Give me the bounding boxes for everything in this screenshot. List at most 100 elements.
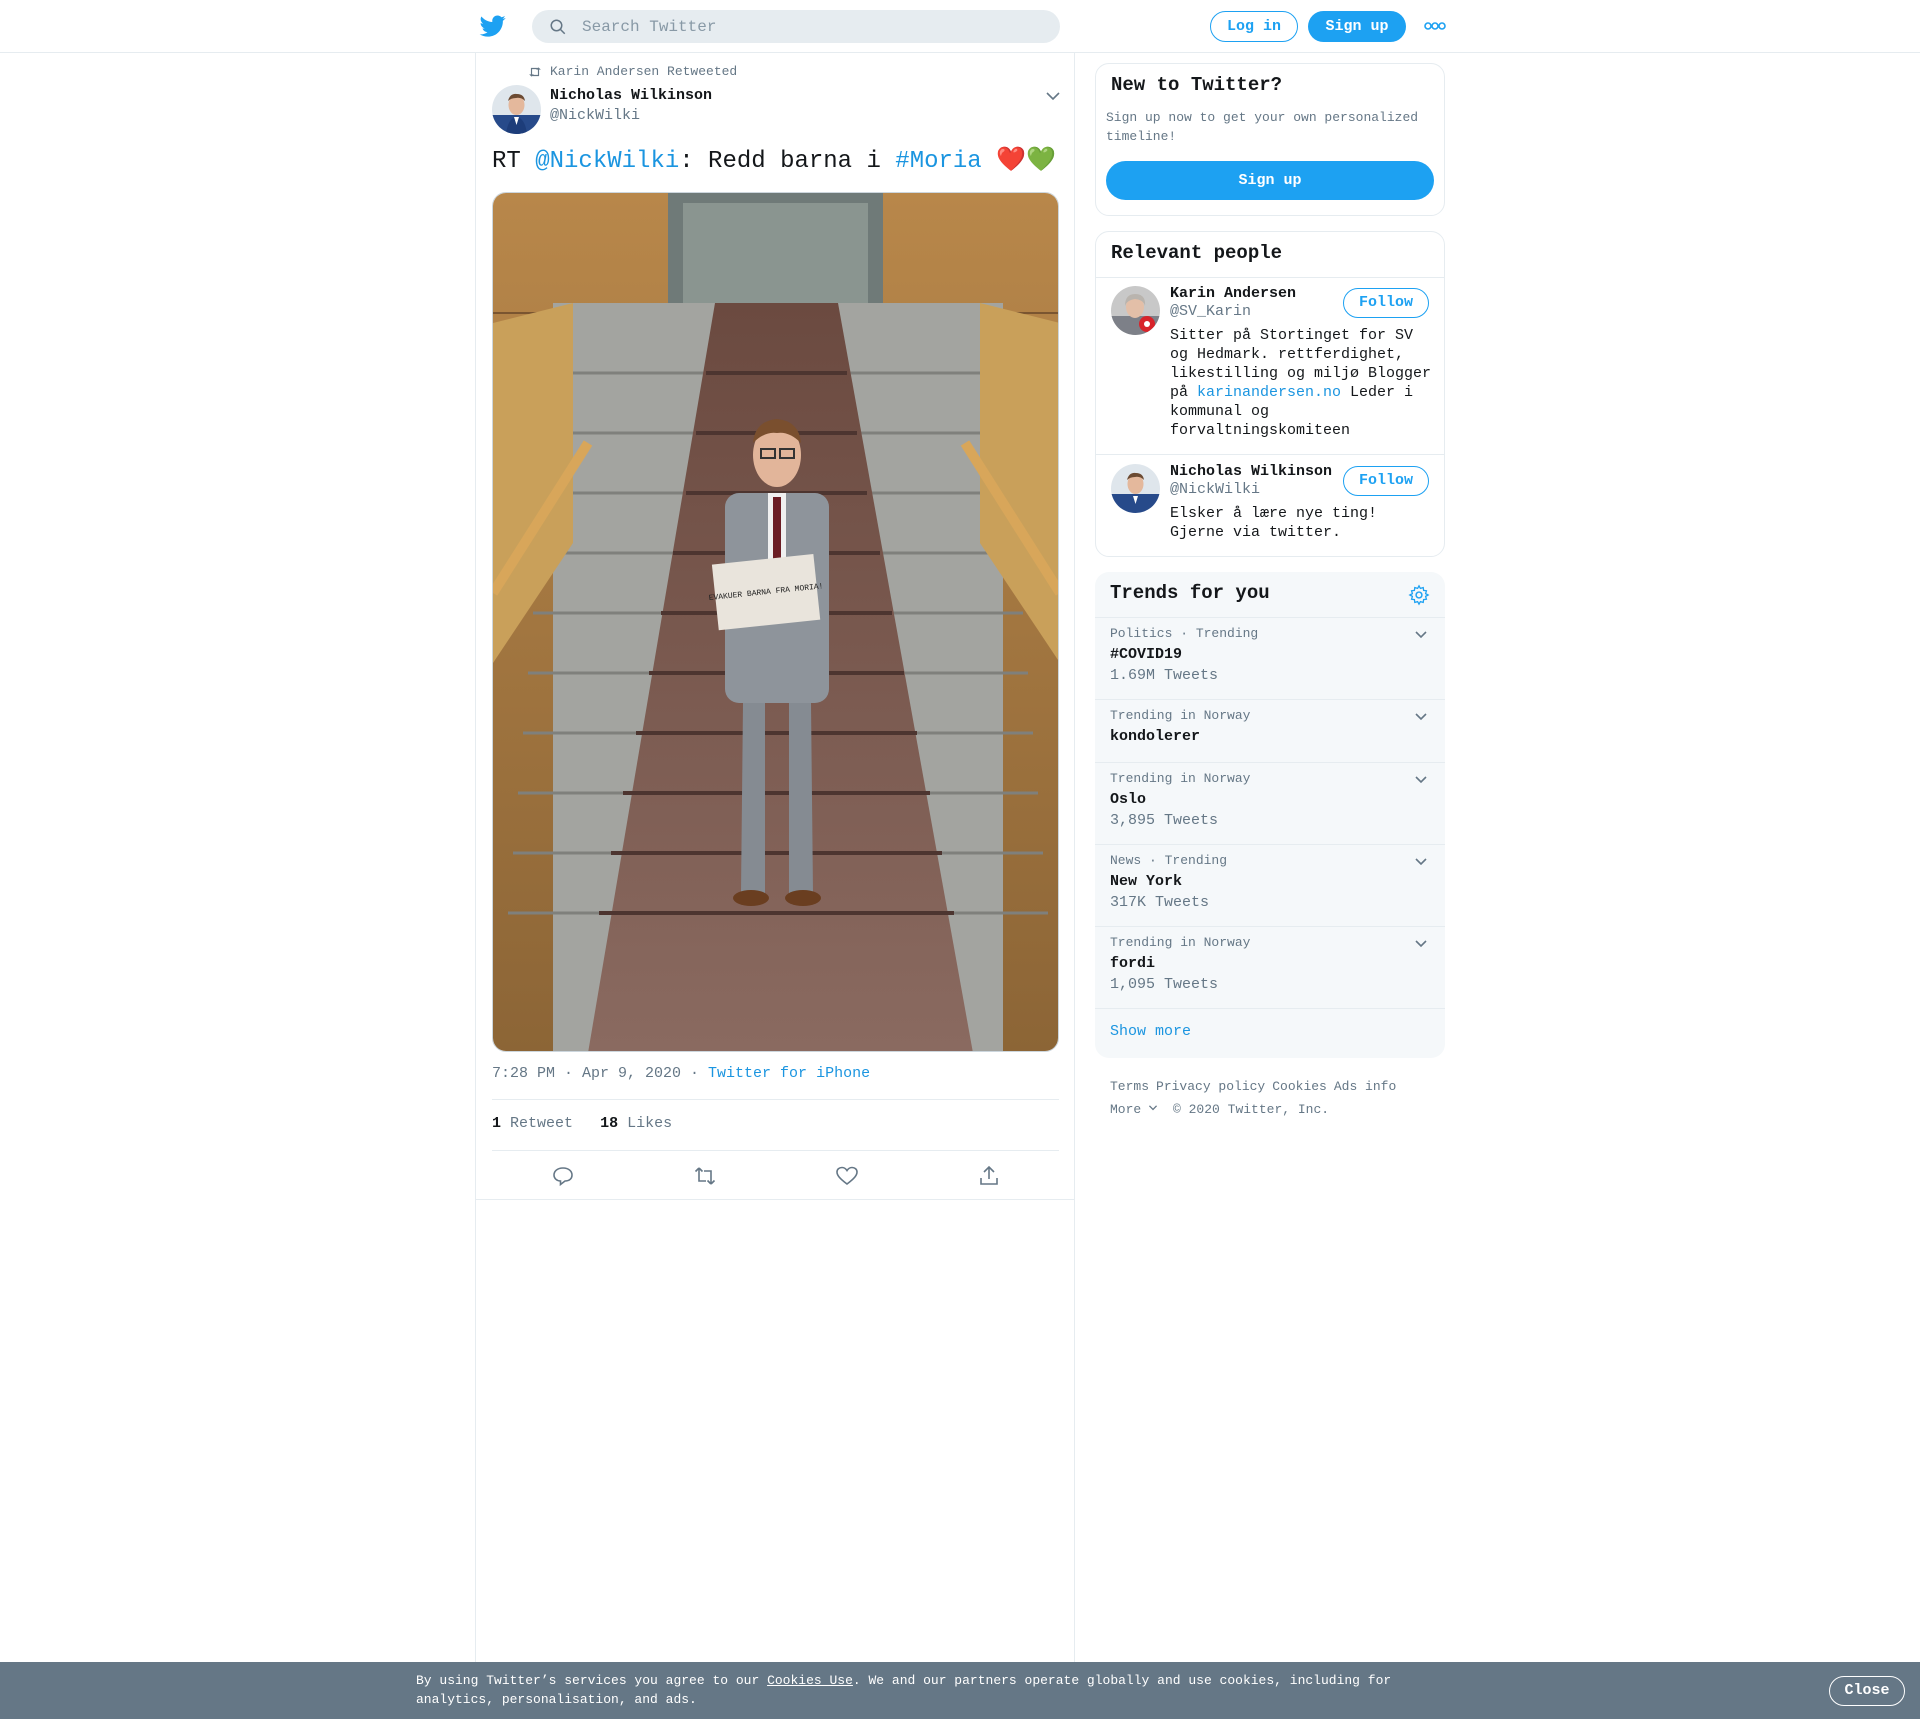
person-bio: Sitter på Stortinget for SV og Hedmark. …	[1170, 326, 1435, 440]
tweet-text: RT @NickWilki: Redd barna i #Moria ❤️💚	[492, 145, 1056, 179]
retweet-count: 1	[492, 1115, 502, 1132]
person-name[interactable]: Karin Andersen	[1170, 285, 1296, 302]
more-options-icon[interactable]	[1424, 20, 1446, 32]
copyright: © 2020 Twitter, Inc.	[1173, 1102, 1330, 1117]
trend-name: #COVID19	[1110, 646, 1183, 663]
sidebar-signup-button[interactable]: Sign up	[1106, 161, 1434, 200]
timestamp-text[interactable]: 7:28 PM · Apr 9, 2020 ·	[492, 1065, 708, 1082]
follow-button[interactable]: Follow	[1343, 288, 1429, 318]
ads-info-link[interactable]: Ads info	[1334, 1079, 1396, 1094]
divider	[1095, 1008, 1445, 1009]
relevant-people-card: Relevant people Karin Andersen @SV_Karin…	[1095, 231, 1445, 557]
cookie-consent-bar: By using Twitter’s services you agree to…	[0, 1662, 1920, 1719]
divider	[492, 1099, 1059, 1100]
person-item[interactable]: Karin Andersen @SV_Karin Follow Sitter p…	[1096, 278, 1444, 455]
author-handle[interactable]: @NickWilki	[550, 107, 640, 124]
sidebar-footer: Terms Privacy policy Cookies Ads info More …	[1110, 1075, 1440, 1121]
follow-button[interactable]: Follow	[1343, 466, 1429, 496]
trend-context: News · Trending	[1110, 853, 1228, 868]
chevron-down-icon[interactable]	[1414, 937, 1428, 951]
tweet-timestamp: 7:28 PM · Apr 9, 2020 · Twitter for iPho…	[492, 1065, 870, 1082]
twitter-bird-logo-icon[interactable]	[479, 13, 507, 39]
trend-name: fordi	[1110, 955, 1156, 972]
trend-context: Trending in Norway	[1110, 935, 1251, 950]
retweeted-by-label[interactable]: Karin Andersen Retweeted	[550, 64, 737, 79]
person-item[interactable]: Nicholas Wilkinson @NickWilki Follow Els…	[1096, 456, 1444, 556]
search-icon	[550, 19, 566, 35]
login-button[interactable]: Log in	[1210, 11, 1298, 42]
person-bio: Elsker å lære nye ting! Gjerne via twitt…	[1170, 505, 1378, 541]
trends-title: Trends for you	[1110, 582, 1270, 604]
new-to-twitter-description: Sign up now to get your own personalized…	[1106, 110, 1419, 144]
retweet-stat[interactable]: 1 Retweet	[492, 1115, 573, 1132]
chevron-down-icon[interactable]	[1414, 710, 1428, 724]
trend-context: Trending in Norway	[1110, 771, 1251, 786]
trend-context: Trending in Norway	[1110, 708, 1251, 723]
author-name[interactable]: Nicholas Wilkinson	[550, 87, 712, 104]
relevant-people-title: Relevant people	[1111, 242, 1283, 264]
author-avatar[interactable]	[492, 85, 541, 134]
chevron-down-icon	[1149, 1105, 1158, 1111]
retweet-action-icon[interactable]	[693, 1164, 717, 1188]
chevron-down-icon[interactable]	[1414, 855, 1428, 869]
search-bar[interactable]: Search Twitter	[532, 10, 1060, 43]
tweet-stats: 1 Retweet 18 Likes	[492, 1115, 672, 1132]
show-more-link[interactable]: Show more	[1110, 1023, 1191, 1040]
cookie-text-before: By using Twitter’s services you agree to…	[416, 1673, 768, 1688]
close-button[interactable]: Close	[1829, 1676, 1905, 1706]
reply-icon[interactable]	[551, 1164, 575, 1188]
trend-name: Oslo	[1110, 791, 1147, 808]
cookies-link[interactable]: Cookies	[1272, 1079, 1327, 1094]
more-menu[interactable]: More	[1110, 1102, 1158, 1117]
top-navigation-bar: Search Twitter Log in Sign up	[0, 0, 1920, 53]
chevron-down-icon[interactable]	[1045, 89, 1061, 103]
retweet-icon	[529, 66, 541, 77]
emoji-hearts: ❤️💚	[981, 148, 1056, 175]
chevron-down-icon[interactable]	[1414, 773, 1428, 787]
terms-link[interactable]: Terms	[1110, 1079, 1149, 1094]
trend-context: Politics · Trending	[1110, 626, 1259, 641]
trend-count: 1,095 Tweets	[1110, 976, 1219, 993]
cookies-use-link[interactable]: Cookies Use	[767, 1673, 853, 1688]
trend-count: 317K Tweets	[1110, 894, 1210, 911]
tweet-text-prefix: RT	[492, 148, 536, 175]
tweet-text-body: : Redd barna i	[679, 148, 896, 175]
share-icon[interactable]	[977, 1164, 1001, 1188]
person-handle[interactable]: @SV_Karin	[1170, 303, 1251, 320]
hashtag-link[interactable]: #Moria	[895, 148, 981, 175]
person-avatar[interactable]	[1111, 286, 1160, 335]
trend-item[interactable]: Trending in Norway kondolerer	[1095, 700, 1445, 762]
new-to-twitter-card: New to Twitter? Sign up now to get your …	[1095, 63, 1445, 216]
trend-count: 3,895 Tweets	[1110, 812, 1219, 829]
trend-name: kondolerer	[1110, 728, 1201, 745]
trend-name: New York	[1110, 873, 1183, 890]
trend-item[interactable]: News · Trending New York 317K Tweets	[1095, 845, 1445, 926]
privacy-link[interactable]: Privacy policy	[1156, 1079, 1265, 1094]
retweet-stat-label: Retweet	[510, 1115, 574, 1132]
trend-item[interactable]: Politics · Trending #COVID19 1.69M Tweet…	[1095, 618, 1445, 699]
person-name[interactable]: Nicholas Wilkinson	[1170, 463, 1332, 480]
person-handle[interactable]: @NickWilki	[1170, 481, 1260, 498]
more-label: More	[1110, 1102, 1142, 1117]
gear-icon[interactable]	[1408, 584, 1430, 606]
search-input[interactable]: Search Twitter	[582, 18, 716, 36]
cookie-text: By using Twitter’s services you agree to…	[416, 1671, 1416, 1709]
trend-item[interactable]: Trending in Norway Oslo 3,895 Tweets	[1095, 763, 1445, 844]
like-heart-icon[interactable]	[835, 1164, 859, 1188]
likes-stat[interactable]: 18 Likes	[600, 1115, 672, 1132]
tweet-photo[interactable]: EVAKUER BARNA FRA MORIA!	[492, 192, 1059, 1052]
divider	[1096, 454, 1444, 455]
mention-link[interactable]: @NickWilki	[535, 148, 679, 175]
retweet-context: Karin Andersen Retweeted	[528, 64, 737, 79]
bio-link[interactable]: karinandersen.no	[1197, 384, 1341, 401]
tweet-column: Karin Andersen Retweeted Nicholas Wilkin…	[475, 53, 1075, 1719]
like-count: 18	[600, 1115, 619, 1132]
trend-item[interactable]: Trending in Norway fordi 1,095 Tweets	[1095, 927, 1445, 1008]
person-avatar[interactable]	[1111, 464, 1160, 513]
likes-stat-label: Likes	[627, 1115, 673, 1132]
divider	[492, 1150, 1059, 1151]
chevron-down-icon[interactable]	[1414, 628, 1428, 642]
divider	[476, 1199, 1074, 1200]
tweet-source-link[interactable]: Twitter for iPhone	[708, 1065, 870, 1082]
signup-button[interactable]: Sign up	[1308, 11, 1406, 42]
